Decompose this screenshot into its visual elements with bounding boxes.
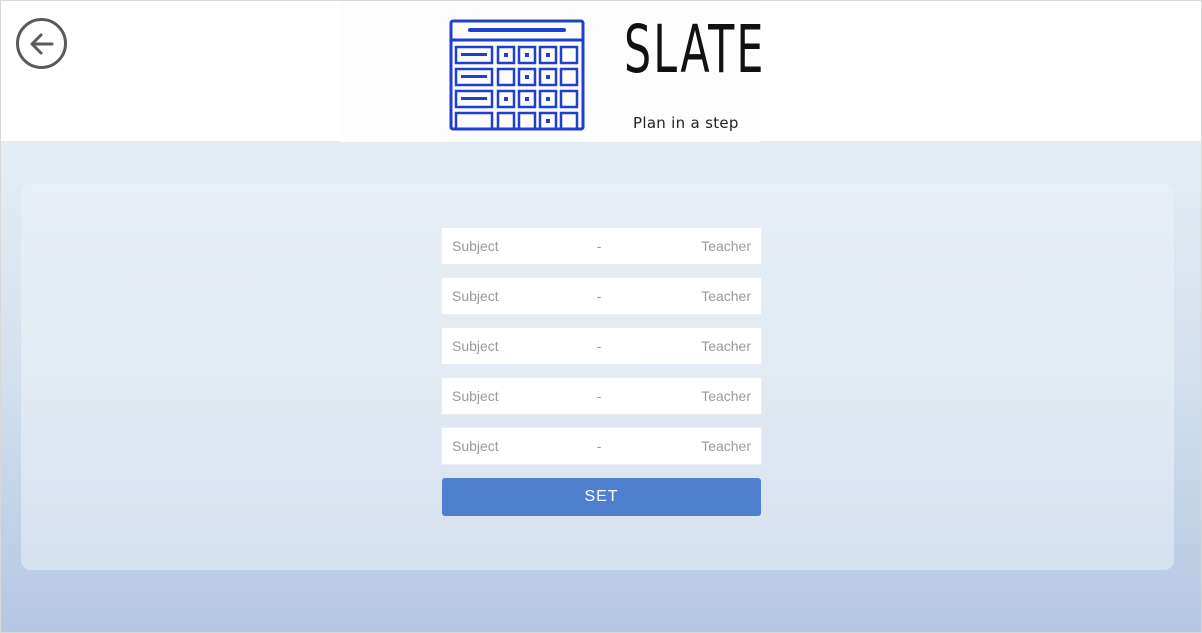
subject-teacher-row: - xyxy=(442,378,761,414)
set-button[interactable]: SET xyxy=(442,478,761,516)
subject-input[interactable] xyxy=(452,438,582,454)
subject-input[interactable] xyxy=(452,338,582,354)
teacher-input[interactable] xyxy=(613,438,751,454)
subject-teacher-row: - xyxy=(442,328,761,364)
main-area: - - - - - SET xyxy=(1,142,1201,632)
brand-name: SLATE xyxy=(624,11,766,88)
row-separator: - xyxy=(596,438,602,454)
app-header: SLATE Plan in a step xyxy=(1,1,1201,142)
brand-tagline: Plan in a step xyxy=(633,114,739,132)
teacher-input[interactable] xyxy=(613,338,751,354)
subject-input[interactable] xyxy=(452,388,582,404)
subject-teacher-row: - xyxy=(442,228,761,264)
subject-input[interactable] xyxy=(452,238,582,254)
brand-logo: SLATE Plan in a step xyxy=(341,1,763,142)
row-separator: - xyxy=(596,238,602,254)
back-button[interactable] xyxy=(16,18,67,69)
teacher-input[interactable] xyxy=(613,288,751,304)
row-separator: - xyxy=(596,388,602,404)
subject-teacher-row: - xyxy=(442,428,761,464)
teacher-input[interactable] xyxy=(613,388,751,404)
row-separator: - xyxy=(596,288,602,304)
arrow-left-circle-icon xyxy=(30,33,53,54)
subject-input[interactable] xyxy=(452,288,582,304)
subject-teacher-row: - xyxy=(442,278,761,314)
timetable-grid-icon xyxy=(449,19,585,131)
row-separator: - xyxy=(596,338,602,354)
teacher-input[interactable] xyxy=(613,238,751,254)
